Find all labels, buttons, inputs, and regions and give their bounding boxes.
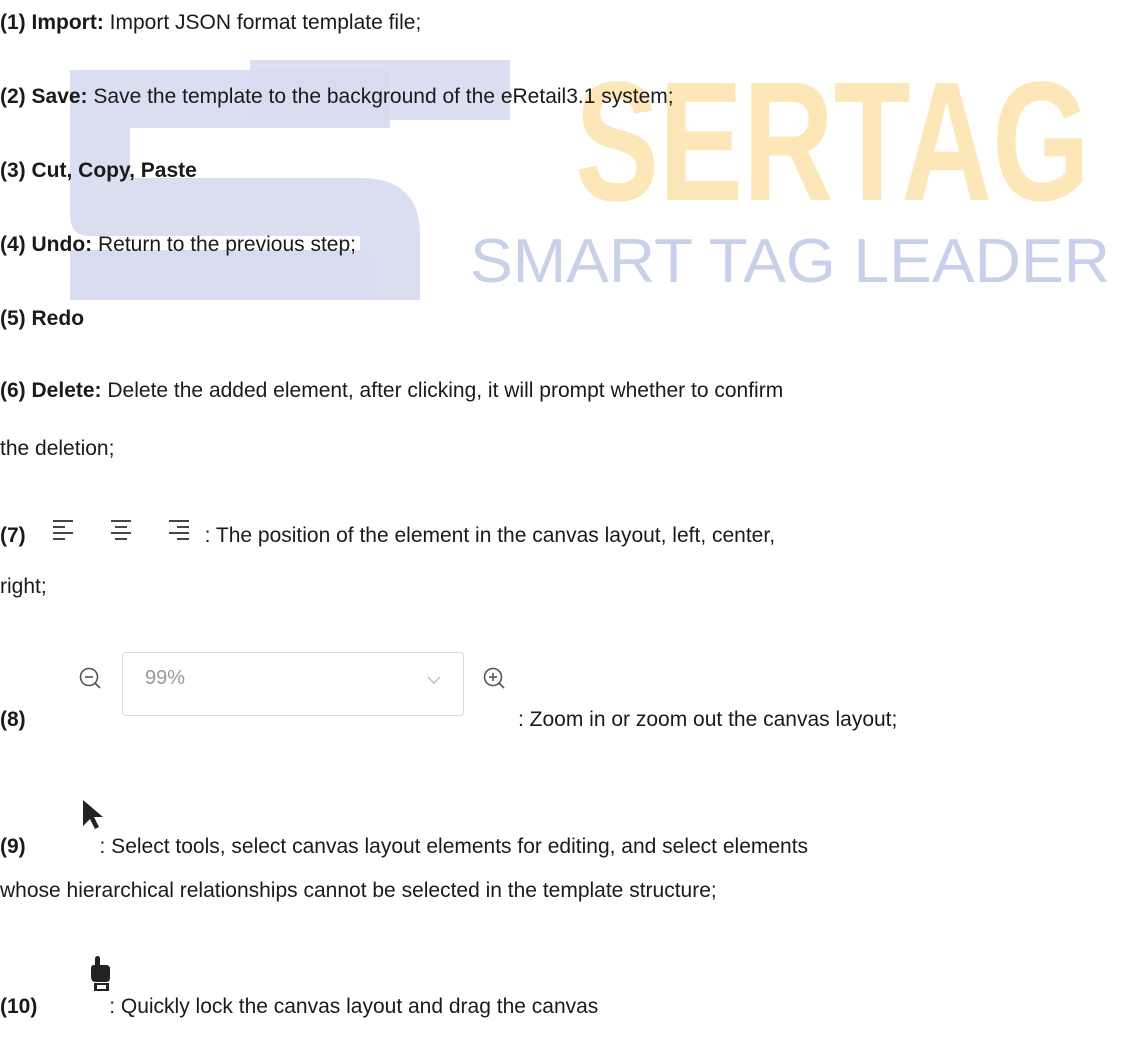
list-item-continuation: right; [0, 575, 47, 598]
item-number: (9) [0, 835, 26, 858]
item-text: : Quickly lock the canvas layout and dra… [109, 995, 599, 1018]
align-center-icon [111, 520, 132, 540]
list-item: (4) Undo: Return to the previous step; [0, 230, 356, 260]
zoom-select: 99% [122, 652, 464, 716]
hand-pan-icon [91, 956, 110, 991]
item-text: Return to the previous step; [92, 233, 356, 256]
item-number: (1) [0, 11, 26, 34]
list-item: (5) Redo [0, 304, 84, 334]
item-label: Save: [31, 85, 88, 108]
item-number: (3) [0, 159, 26, 182]
list-item: (2) Save: Save the template to the backg… [0, 82, 674, 112]
zoom-in-icon [483, 667, 505, 689]
item-label: Import: [31, 11, 104, 34]
list-item: (1) Import: Import JSON format template … [0, 8, 421, 38]
list-item: (3) Cut, Copy, Paste [0, 156, 197, 186]
item-label: Redo [31, 307, 85, 330]
item-number: (7) [0, 524, 26, 547]
list-item-continuation: whose hierarchical relationships cannot … [0, 879, 717, 902]
item-text: : Zoom in or zoom out the canvas layout; [518, 708, 898, 731]
item-number: (10) [0, 995, 38, 1018]
item-label: Cut, Copy, Paste [31, 159, 197, 182]
list-item: (6) Delete: Delete the added element, af… [0, 376, 783, 406]
list-item: (7) : The position of the element in the… [0, 518, 775, 551]
item-text: Delete the added element, after clicking… [101, 379, 784, 402]
select-arrow-icon [83, 800, 103, 829]
item-number: (8) [0, 708, 26, 731]
item-text: Save the template to the background of t… [87, 85, 674, 108]
chevron-down-icon [427, 676, 441, 684]
zoom-value: 99% [145, 667, 186, 689]
item-number: (4) [0, 233, 26, 256]
item-label: Undo: [31, 233, 93, 256]
item-number: (2) [0, 85, 26, 108]
item-text: : Select tools, select canvas layout ele… [99, 835, 809, 858]
list-item: (10) : Quickly lock the canvas layout an… [0, 992, 598, 1022]
align-left-icon [53, 520, 74, 540]
item-label: Delete: [31, 379, 102, 402]
item-text: : The position of the element in the can… [204, 524, 776, 547]
align-right-icon [168, 520, 189, 540]
list-item: (9) : Select tools, select canvas layout… [0, 832, 808, 862]
item-number: (5) [0, 307, 26, 330]
item-number: (6) [0, 379, 26, 402]
zoom-out-icon [79, 667, 101, 689]
item-text: Import JSON format template file; [103, 11, 422, 34]
list-item-continuation: the deletion; [0, 437, 115, 460]
